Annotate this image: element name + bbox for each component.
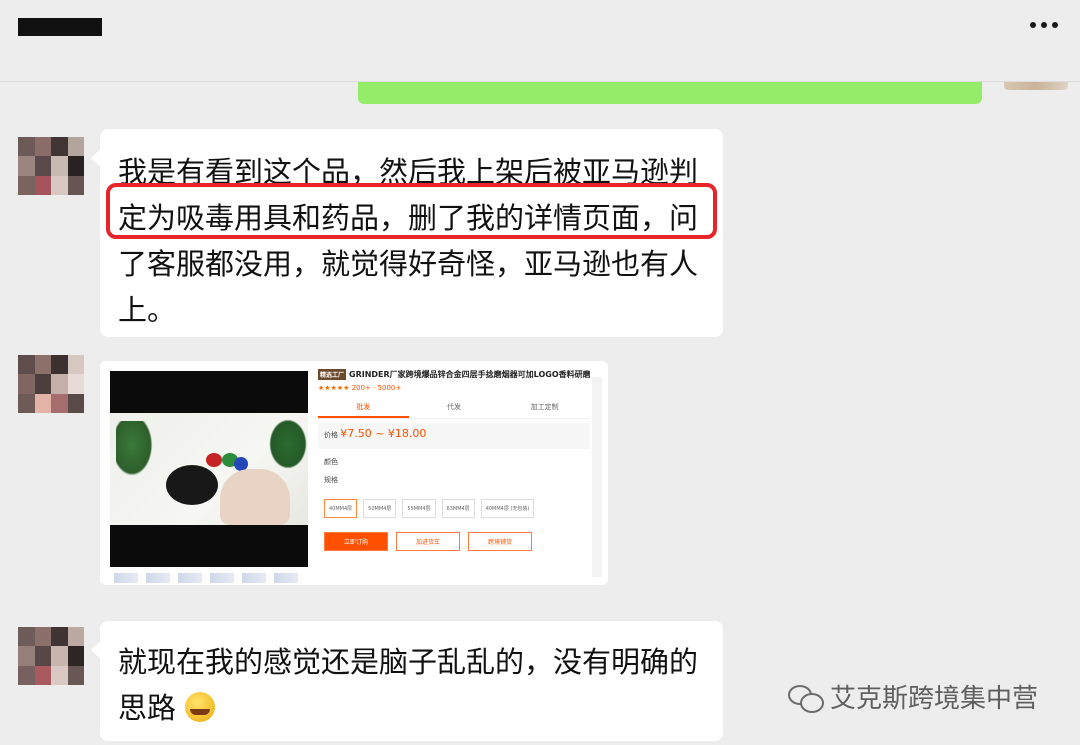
spec-row: 规格 <box>324 476 338 484</box>
wechat-icon <box>788 683 824 713</box>
avatar[interactable] <box>18 137 84 195</box>
product-photo <box>110 413 308 525</box>
price-value: ¥7.50 ~ ¥18.00 <box>340 427 427 440</box>
self-avatar[interactable] <box>1004 82 1068 90</box>
option-list: 40MM4层 50MM4层 55MM4层 63MM4层 40MM4层 (无包装) <box>318 499 590 518</box>
action-buttons: 立即订购 加进货车 跨境铺货 <box>318 532 590 551</box>
avatar[interactable] <box>18 627 84 685</box>
price-row: 价格 ¥7.50 ~ ¥18.00 <box>318 423 590 449</box>
watermark: 艾克斯跨境集中营 <box>788 678 1038 715</box>
more-dots-icon[interactable] <box>1030 22 1058 28</box>
red-highlight-box <box>106 183 717 239</box>
message-bubble[interactable]: 就现在我的感觉还是脑子乱乱的，没有明确的 思路 <box>91 621 723 741</box>
self-message-bubble[interactable] <box>358 82 982 104</box>
message-text: 我是有看到这个品，然后我上架后被亚马逊判 定为吸毒用具和药品，删了我的详情页面，… <box>118 155 699 327</box>
crying-laughing-emoji-icon <box>185 692 216 722</box>
video-bar <box>110 525 308 567</box>
chat-header <box>0 0 1080 82</box>
redacted-chat-title <box>18 18 102 36</box>
watermark-text: 艾克斯跨境集中营 <box>830 684 1039 714</box>
thumbnail-strip <box>114 573 298 583</box>
rating-stars: ★★★★★ 200+ · 5000+ <box>318 384 402 392</box>
product-screenshot-image[interactable]: 精选工厂 GRINDER厂家跨境爆品锌合金四层手捻磨烟器可加LOGO香料研磨器 ★… <box>100 361 608 585</box>
avatar[interactable] <box>18 355 84 413</box>
color-row: 颜色 <box>324 458 338 466</box>
video-bar <box>110 371 308 413</box>
message-text: 就现在我的感觉还是脑子乱乱的，没有明确的 思路 <box>118 645 699 725</box>
page-sidebar-strip <box>592 377 602 577</box>
product-title: 精选工厂 GRINDER厂家跨境爆品锌合金四层手捻磨烟器可加LOGO香料研磨器 <box>318 369 590 380</box>
product-info: 精选工厂 GRINDER厂家跨境爆品锌合金四层手捻磨烟器可加LOGO香料研磨器 ★… <box>318 369 590 579</box>
product-tabs: 批发 代发 加工定制 <box>318 398 590 419</box>
